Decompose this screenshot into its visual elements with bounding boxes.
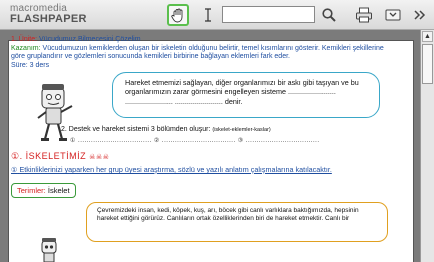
brand-line2: FLASHPAPER (10, 13, 87, 25)
hand-tool-button[interactable] (167, 4, 189, 26)
question-item: 2. Destek ve hareket sistemi 3 bölümden … (61, 126, 271, 133)
expand-icon (385, 9, 401, 21)
toolbar: macromedia FLASHPAPER (0, 0, 434, 30)
text-select-icon (205, 8, 211, 22)
search-icon (322, 8, 336, 22)
question-text: Destek ve hareket sistemi 3 bölümden olu… (68, 126, 211, 133)
app-logo: macromedia FLASHPAPER (10, 3, 87, 25)
search-input[interactable] (222, 6, 315, 23)
text-select-button[interactable] (197, 4, 219, 26)
activity-instruction: ① Etkinliklerinizi yaparken her grup üye… (11, 165, 332, 174)
terms-value: İskelet (47, 186, 70, 195)
speech-bubble: Hareket etmemizi sağlayan, diğer organla… (112, 72, 380, 118)
answer-blanks: ① .................................. ② .… (70, 138, 320, 144)
unit-header: 1. Ünite: Vücudumuz Bilmecesini Çözelim … (11, 36, 396, 70)
robot-character-small-image (41, 238, 57, 262)
print-icon (356, 7, 372, 23)
gain-label: Kazanım: (11, 44, 41, 52)
scroll-thumb[interactable] (422, 44, 433, 84)
scroll-up-arrow[interactable]: ▲ (422, 31, 433, 42)
hand-tool-icon (171, 8, 183, 23)
gain-text: Vücudumuzun kemiklerden oluşan bir iskel… (11, 44, 384, 61)
bone-decoration-icons: ☠☠☠ (89, 154, 110, 161)
print-button[interactable] (353, 4, 375, 26)
section-number: ①. (11, 151, 23, 161)
terms-label: Terimler: (17, 186, 46, 195)
search-button[interactable] (318, 4, 340, 26)
terms-box: Terimler: İskelet (11, 183, 76, 198)
activity-text: Etkinliklerinizi yaparken her grup üyesi… (19, 165, 332, 174)
expand-button[interactable] (382, 4, 404, 26)
section-title-text: İSKELETİMİZ (25, 151, 87, 161)
question-hint: (iskelet-eklemler-kaslar) (212, 127, 271, 133)
more-icon (414, 10, 426, 20)
info-box: Çevremizdeki insan, kedi, köpek, kuş, ar… (86, 202, 388, 242)
duration-text: Süre: 3 ders (11, 61, 50, 69)
question-number: 2. (61, 126, 67, 133)
activity-mark: ① (11, 165, 18, 174)
robot-character-image (37, 84, 73, 141)
vertical-scrollbar[interactable]: ▲ (420, 30, 434, 262)
unit-title: Vücudumuz Bilmecesini Çözelim (39, 36, 141, 43)
more-button[interactable] (408, 4, 430, 26)
unit-number: 1. Ünite: (11, 36, 38, 43)
section-title: ①. İSKELETİMİZ ☠☠☠ (11, 151, 109, 162)
